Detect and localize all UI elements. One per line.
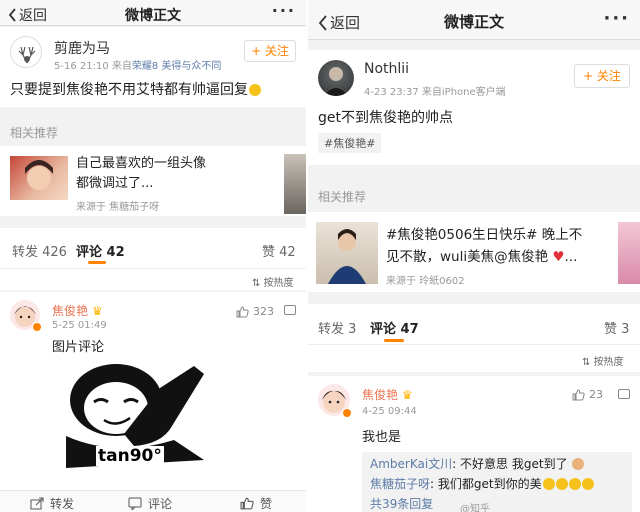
sort-row: ⇅ 按热度: [0, 268, 306, 290]
related-card[interactable]: #焦俊艳0506生日快乐# 晚上不 见不散，wuli美焦@焦俊艳 ♥... 来源…: [308, 212, 640, 292]
vip-crown-icon: ♛: [401, 388, 413, 402]
post-meta: 4-23 23:37 来自iPhone客户端: [364, 83, 506, 98]
related-thumbnail: [316, 222, 378, 284]
heart-emoji-icon: ♥: [552, 249, 565, 265]
nav-bar: 返回 微博正文 ···: [308, 0, 640, 40]
more-menu-button[interactable]: ···: [603, 8, 630, 29]
portrait-image-icon: [25, 160, 53, 190]
reply-icon[interactable]: [618, 389, 630, 399]
left-screenshot: 返回 微博正文 ··· 剪鹿为马 5-16 21:10 来自荣耀8 美得与众不同…: [0, 0, 306, 512]
follow-button[interactable]: + 关注: [244, 40, 296, 62]
follow-button[interactable]: + 关注: [574, 64, 630, 88]
laugh-emoji-icon: [568, 478, 581, 490]
related-text: 自己最喜欢的一组头像 都微调过了...: [76, 156, 207, 191]
source-prefix: 来自: [421, 87, 442, 98]
share-icon: [30, 497, 44, 510]
laugh-emoji-icon: [555, 478, 568, 490]
vip-crown-icon: ♛: [91, 304, 103, 318]
profile-photo-icon: [324, 67, 348, 96]
post-card: 剪鹿为马 5-16 21:10 来自荣耀8 美得与众不同 + 关注 只要提到焦俊…: [0, 27, 306, 107]
related-thumbnail: [10, 156, 68, 200]
smile-emoji-icon: [249, 84, 261, 96]
sort-hot-button[interactable]: ⇅ 按热度: [252, 274, 294, 289]
tab-repost[interactable]: 转发 3: [318, 318, 356, 337]
comment-username[interactable]: 焦俊艳 ♛: [362, 386, 413, 403]
reply-icon[interactable]: [284, 305, 296, 315]
comment-card: 焦俊艳 ♛ 4-25 09:44 23 我也是 AmberKai文川: 不好意思…: [308, 376, 640, 512]
deer-logo-icon: [18, 46, 36, 64]
meme-image[interactable]: tan90°: [54, 360, 212, 468]
repost-button[interactable]: 转发: [30, 495, 74, 512]
bottom-action-bar: 转发 评论 赞: [0, 490, 306, 512]
comment-icon: [128, 497, 142, 510]
post-text: get不到焦俊艳的帅点: [318, 110, 453, 126]
tab-indicator: [88, 261, 106, 264]
verified-badge-icon: [342, 408, 352, 418]
post-time: 4-23 23:37: [364, 87, 419, 98]
related-source: 来源于 焦糖茄子呀: [76, 202, 160, 213]
nav-bar: 返回 微博正文 ···: [0, 0, 306, 26]
reply-item: 焦糖茄子呀: 我们都get到你的美: [370, 474, 624, 494]
comment-card: 焦俊艳 ♛ 5-25 01:49 323 图片评论 tan90°: [0, 292, 306, 490]
post-card: Nothlii 4-23 23:37 来自iPhone客户端 + 关注 get不…: [308, 50, 640, 165]
post-time: 5-16 21:10: [54, 61, 109, 72]
laugh-emoji-icon: [581, 478, 594, 490]
avatar[interactable]: [10, 36, 42, 68]
hashtag-chip[interactable]: #焦俊艳#: [318, 133, 382, 153]
page-title: 微博正文: [443, 13, 504, 31]
related-side-thumbnail: [284, 154, 306, 214]
comment-like-button[interactable]: 323: [236, 305, 274, 318]
tab-bar: 转发 3 评论 47 赞 3: [308, 304, 640, 344]
laugh-emoji-icon: [542, 478, 555, 490]
thumbs-up-icon: [240, 497, 254, 510]
tab-comment[interactable]: 评论 42: [76, 241, 125, 260]
related-text: #焦俊艳0506生日快乐# 晚上不 见不散，wuli美焦@焦俊艳 ♥...: [386, 227, 583, 265]
comment-time: 4-25 09:44: [362, 406, 417, 417]
right-screenshot: 返回 微博正文 ··· Nothlii 4-23 23:37 来自iPhone客…: [308, 0, 640, 512]
related-label: 相关推荐: [318, 190, 367, 204]
post-text: 只要提到焦俊艳不用艾特都有帅逼回复: [10, 79, 261, 99]
thumbs-up-icon: [236, 305, 249, 317]
more-menu-button[interactable]: ···: [272, 1, 296, 20]
watermark: @知乎: [460, 504, 490, 512]
tab-bar: 转发 426 评论 42 赞 42: [0, 228, 306, 268]
related-label: 相关推荐: [10, 126, 59, 140]
reply-item: AmberKai文川: 不好意思 我get到了: [370, 454, 624, 474]
sort-row: ⇅ 按热度: [308, 344, 640, 372]
tab-repost[interactable]: 转发 426: [12, 241, 67, 260]
verified-badge-icon: [32, 322, 42, 332]
post-username[interactable]: Nothlii: [364, 61, 409, 77]
related-card[interactable]: 自己最喜欢的一组头像 都微调过了... 来源于 焦糖茄子呀: [0, 146, 306, 216]
post-meta: 5-16 21:10 来自荣耀8 美得与众不同: [54, 57, 221, 72]
post-source: 荣耀8 美得与众不同: [131, 61, 222, 72]
comment-text: 我也是: [362, 430, 402, 445]
more-replies-link[interactable]: 共39条回复: [370, 494, 624, 512]
comment-time: 5-25 01:49: [52, 320, 107, 331]
sort-hot-button[interactable]: ⇅ 按热度: [582, 353, 624, 368]
page-title: 微博正文: [125, 8, 181, 24]
thumbs-up-icon: [572, 388, 585, 400]
source-prefix: 来自: [111, 61, 132, 72]
comment-like-button[interactable]: 23: [572, 388, 603, 401]
like-button[interactable]: 赞: [240, 495, 272, 512]
post-username[interactable]: 剪鹿为马: [54, 38, 110, 58]
cat-emoji-icon: [572, 458, 585, 470]
comment-button[interactable]: 评论: [128, 495, 172, 512]
tab-indicator: [384, 339, 404, 342]
portrait-image-icon: [328, 229, 366, 284]
meme-caption: tan90°: [96, 446, 164, 466]
related-source: 来源于 玲紙0602: [386, 276, 465, 287]
tab-comment[interactable]: 评论 47: [370, 318, 419, 337]
tab-like[interactable]: 赞 3: [604, 318, 629, 337]
tab-like[interactable]: 赞 42: [262, 241, 296, 260]
related-side-thumbnail: [618, 222, 640, 284]
post-source: iPhone客户端: [441, 87, 506, 98]
comment-username[interactable]: 焦俊艳 ♛: [52, 302, 103, 319]
comment-text: 图片评论: [52, 340, 105, 355]
reply-thread[interactable]: AmberKai文川: 不好意思 我get到了 焦糖茄子呀: 我们都get到你的…: [362, 452, 632, 512]
avatar[interactable]: [318, 60, 354, 96]
